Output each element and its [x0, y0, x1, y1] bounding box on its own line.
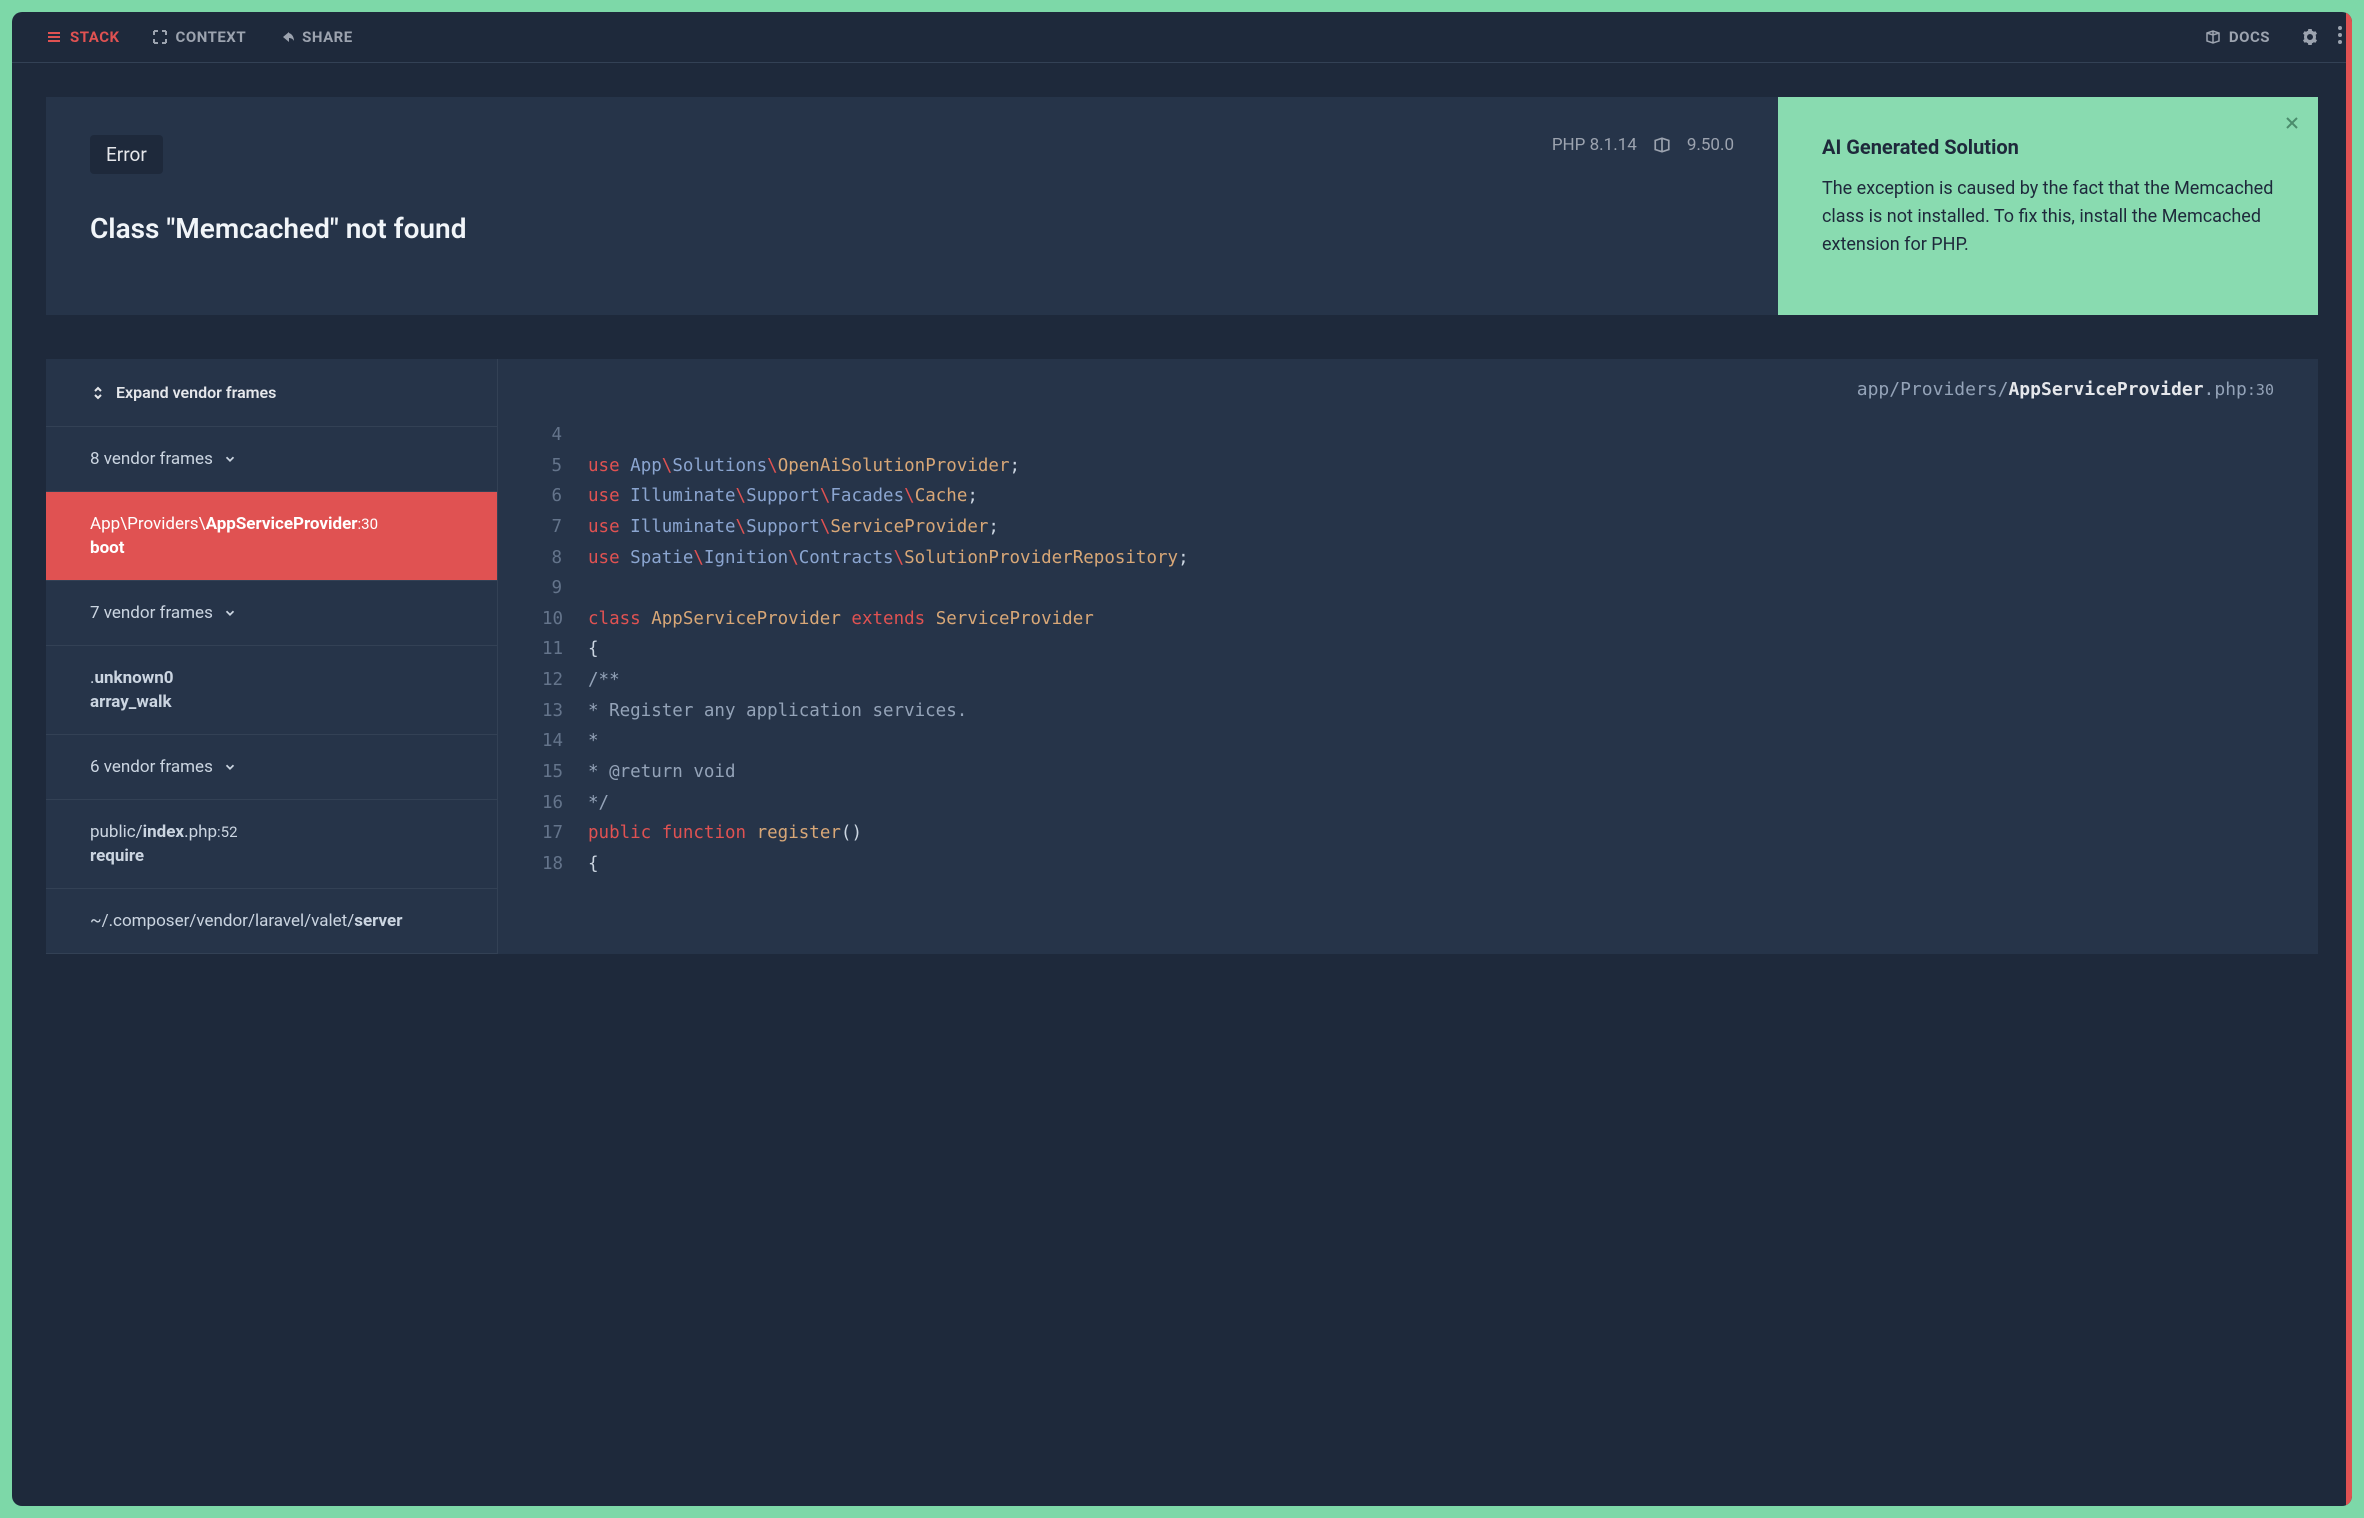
- vendor-frame-group[interactable]: 6 vendor frames: [46, 735, 497, 800]
- gear-icon: [2302, 29, 2318, 45]
- top-nav: STACK CONTEXT SHARE DOCS: [12, 12, 2352, 63]
- chevron-down-icon: [223, 760, 237, 774]
- chevron-down-icon: [223, 452, 237, 466]
- docs-link[interactable]: DOCS: [2205, 28, 2270, 46]
- chevron-down-icon: [223, 606, 237, 620]
- code-line: 7use Illuminate\Support\ServiceProvider;: [542, 512, 2274, 543]
- code-preview: app/Providers/AppServiceProvider.php:30 …: [498, 359, 2318, 954]
- stack-frame[interactable]: public/index.php:52require: [46, 800, 497, 889]
- error-badge: Error: [90, 135, 163, 174]
- error-title: Class "Memcached" not found: [90, 212, 1734, 245]
- solution-body: The exception is caused by the fact that…: [1822, 175, 2274, 259]
- tab-stack-label: STACK: [70, 28, 120, 46]
- stack-frames: Expand vendor frames 8 vendor frames App…: [46, 359, 498, 954]
- expand-vendor-frames[interactable]: Expand vendor frames: [46, 359, 497, 427]
- stack-frame[interactable]: App\Providers\AppServiceProvider:30boot: [46, 492, 497, 581]
- code-line: 6use Illuminate\Support\Facades\Cache;: [542, 481, 2274, 512]
- share-icon: [278, 29, 294, 45]
- tab-share-label: SHARE: [302, 28, 353, 46]
- laravel-icon: [1653, 136, 1671, 154]
- code-line: 16 */: [542, 788, 2274, 819]
- close-icon[interactable]: [2284, 115, 2300, 135]
- solution-heading: AI Generated Solution: [1822, 135, 2274, 159]
- expand-label: Expand vendor frames: [116, 383, 276, 402]
- docs-label: DOCS: [2229, 28, 2270, 46]
- code-line: 10class AppServiceProvider extends Servi…: [542, 604, 2274, 635]
- tab-context-label: CONTEXT: [176, 28, 247, 46]
- code-line: 15 * @return void: [542, 757, 2274, 788]
- code-line: 18 {: [542, 849, 2274, 880]
- ai-solution-panel: AI Generated Solution The exception is c…: [1778, 97, 2318, 315]
- stack-icon: [46, 29, 62, 45]
- settings-button[interactable]: [2302, 29, 2318, 45]
- code-line: 4: [542, 420, 2274, 451]
- code-line: 5use App\Solutions\OpenAiSolutionProvide…: [542, 451, 2274, 482]
- error-page-window: STACK CONTEXT SHARE DOCS: [12, 12, 2352, 1506]
- tab-share[interactable]: SHARE: [278, 28, 353, 46]
- php-version: PHP 8.1.14: [1552, 135, 1637, 155]
- error-summary: Error PHP 8.1.14 9.50.0 Class "Memcached…: [46, 97, 1778, 315]
- code-line: 8use Spatie\Ignition\Contracts\SolutionP…: [542, 543, 2274, 574]
- laravel-version: 9.50.0: [1687, 135, 1734, 155]
- kebab-menu-icon[interactable]: [2338, 26, 2342, 44]
- code-line: 11{: [542, 634, 2274, 665]
- stack-trace: Expand vendor frames 8 vendor frames App…: [46, 359, 2318, 954]
- laravel-icon: [2205, 29, 2221, 45]
- vendor-frame-group[interactable]: 8 vendor frames: [46, 427, 497, 492]
- vendor-frame-group[interactable]: 7 vendor frames: [46, 581, 497, 646]
- tab-context[interactable]: CONTEXT: [152, 28, 247, 46]
- expand-icon: [152, 29, 168, 45]
- file-path: app/Providers/AppServiceProvider.php:30: [498, 359, 2318, 420]
- stack-frame[interactable]: .unknown0array_walk: [46, 646, 497, 735]
- stack-frame[interactable]: ~/.composer/vendor/laravel/valet/server: [46, 889, 497, 954]
- code-line: 13 * Register any application services.: [542, 696, 2274, 727]
- tab-stack[interactable]: STACK: [46, 28, 120, 46]
- expand-collapse-icon: [90, 385, 106, 401]
- code-line: 17 public function register(): [542, 818, 2274, 849]
- code-line: 12 /**: [542, 665, 2274, 696]
- scroll-indicator: [2346, 12, 2352, 1506]
- code-line: 14 *: [542, 726, 2274, 757]
- code-line: 9: [542, 573, 2274, 604]
